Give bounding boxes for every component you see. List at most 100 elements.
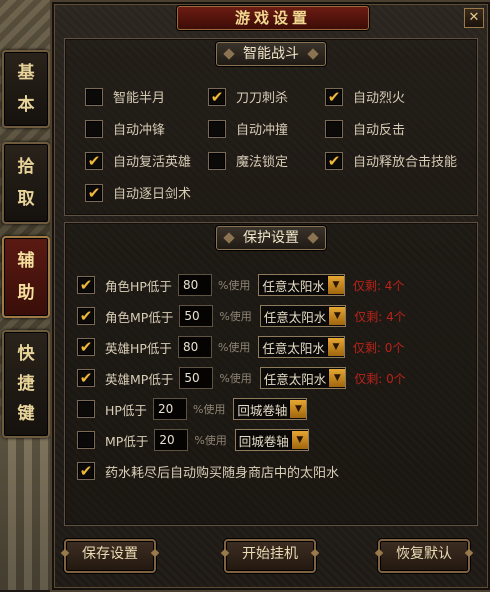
chevron-down-icon[interactable]: ▼ bbox=[326, 276, 344, 294]
option-label: 自动冲撞 bbox=[236, 123, 289, 138]
checkbox[interactable] bbox=[77, 431, 95, 449]
remaining-count: 仅剩: 4个 bbox=[352, 278, 405, 293]
checkbox[interactable]: ✔ bbox=[77, 307, 95, 325]
option-auto-sun-sword[interactable]: ✔ 自动逐日剑术 bbox=[85, 183, 191, 202]
protect-row: ✔ 角色HP低于 80 %使用 任意太阳水 ▼ 仅剩: 4个 bbox=[77, 273, 404, 297]
chevron-down-icon[interactable]: ▼ bbox=[328, 369, 346, 387]
protect-panel: 保护设置 ✔ 角色HP低于 80 %使用 任意太阳水 ▼ 仅剩: 4个 ✔ 角色M… bbox=[64, 222, 478, 526]
protect-panel-title: 保护设置 bbox=[216, 226, 326, 250]
item-select[interactable]: 任意太阳水 ▼ bbox=[258, 336, 345, 358]
combat-panel: 智能战斗 智能半月 ✔ 刀刀刺杀 ✔ 自动烈火 自动冲锋 自动冲撞 自动反击 ✔… bbox=[64, 38, 478, 216]
start-auto-button[interactable]: 开始挂机 bbox=[224, 539, 316, 573]
option-label: 自动冲锋 bbox=[113, 123, 166, 138]
close-icon[interactable]: ✕ bbox=[464, 8, 484, 28]
option-label: 自动复活英雄 bbox=[113, 155, 192, 170]
option-label: 自动反击 bbox=[353, 123, 406, 138]
option-auto-revive-hero[interactable]: ✔ 自动复活英雄 bbox=[85, 151, 191, 170]
remaining-count: 仅剩: 4个 bbox=[354, 309, 406, 324]
threshold-input[interactable]: 50 bbox=[179, 367, 214, 389]
option-auto-counter[interactable]: 自动反击 bbox=[325, 119, 405, 138]
option-label: 自动逐日剑术 bbox=[113, 187, 192, 202]
use-label: %使用 bbox=[219, 372, 252, 385]
settings-window: 游戏设置 ✕ 智能战斗 智能半月 ✔ 刀刀刺杀 ✔ 自动烈火 自动冲锋 自动冲撞… bbox=[50, 0, 490, 592]
checkbox[interactable] bbox=[85, 119, 103, 138]
checkbox[interactable]: ✔ bbox=[77, 462, 95, 480]
item-select[interactable]: 任意太阳水 ▼ bbox=[259, 367, 347, 389]
item-select[interactable]: 回城卷轴 ▼ bbox=[233, 398, 308, 420]
protect-row: ✔ 角色MP低于 50 %使用 任意太阳水 ▼ 仅剩: 4个 bbox=[77, 304, 406, 328]
item-select[interactable]: 任意太阳水 ▼ bbox=[258, 274, 345, 296]
chevron-down-icon[interactable]: ▼ bbox=[290, 431, 308, 449]
threshold-input[interactable]: 80 bbox=[177, 274, 212, 296]
tab-assist-label: 辅 助 bbox=[17, 251, 35, 303]
option-auto-blaze[interactable]: ✔ 自动烈火 bbox=[325, 87, 405, 106]
tab-pickup-label: 拾 取 bbox=[17, 157, 35, 209]
option-label: 刀刀刺杀 bbox=[236, 91, 289, 106]
use-label: %使用 bbox=[192, 403, 226, 416]
protect-row: ✔ 英雄HP低于 80 %使用 任意太阳水 ▼ 仅剩: 0个 bbox=[77, 335, 404, 359]
row-label: HP低于 bbox=[105, 402, 147, 418]
save-settings-button[interactable]: 保存设置 bbox=[64, 539, 156, 573]
option-smart-halfmoon[interactable]: 智能半月 bbox=[85, 87, 165, 106]
row-label: MP低于 bbox=[105, 433, 149, 449]
item-select-value: 任意太阳水 bbox=[262, 340, 325, 356]
item-select-value: 回城卷轴 bbox=[238, 433, 289, 449]
checkbox[interactable] bbox=[77, 400, 95, 418]
option-every-stab[interactable]: ✔ 刀刀刺杀 bbox=[208, 87, 288, 106]
tab-basic[interactable]: 基 本 bbox=[2, 50, 50, 128]
row-label: 英雄MP低于 bbox=[105, 371, 174, 387]
option-label: 智能半月 bbox=[113, 91, 166, 106]
checkbox[interactable]: ✔ bbox=[325, 87, 343, 106]
auto-buy-label: 药水耗尽后自动购买随身商店中的太阳水 bbox=[105, 465, 340, 481]
window-title: 游戏设置 bbox=[177, 6, 369, 30]
protect-row: MP低于 20 %使用 回城卷轴 ▼ bbox=[77, 428, 309, 452]
checkbox[interactable]: ✔ bbox=[208, 87, 226, 106]
threshold-input[interactable]: 20 bbox=[154, 429, 189, 451]
chevron-down-icon[interactable]: ▼ bbox=[289, 400, 307, 418]
threshold-input[interactable]: 20 bbox=[152, 398, 187, 420]
use-label: %使用 bbox=[194, 434, 227, 447]
row-label: 英雄HP低于 bbox=[105, 340, 172, 356]
checkbox[interactable]: ✔ bbox=[77, 369, 95, 387]
item-select-value: 任意太阳水 bbox=[262, 278, 325, 294]
option-auto-bash[interactable]: 自动冲撞 bbox=[208, 119, 288, 138]
checkbox[interactable]: ✔ bbox=[77, 338, 95, 356]
row-label: 角色MP低于 bbox=[105, 309, 174, 325]
use-label: %使用 bbox=[217, 341, 251, 354]
threshold-input[interactable]: 50 bbox=[179, 305, 214, 327]
item-select[interactable]: 任意太阳水 ▼ bbox=[259, 305, 347, 327]
option-auto-charge[interactable]: 自动冲锋 bbox=[85, 119, 165, 138]
checkbox[interactable]: ✔ bbox=[85, 183, 103, 202]
tab-assist[interactable]: 辅 助 bbox=[2, 236, 50, 318]
auto-buy-row[interactable]: ✔ 药水耗尽后自动购买随身商店中的太阳水 bbox=[77, 459, 339, 483]
item-select-value: 任意太阳水 bbox=[263, 309, 327, 325]
item-select-value: 回城卷轴 bbox=[237, 402, 288, 418]
checkbox[interactable]: ✔ bbox=[325, 151, 343, 170]
checkbox[interactable]: ✔ bbox=[77, 276, 95, 294]
checkbox[interactable] bbox=[85, 87, 103, 106]
option-magic-lock[interactable]: 魔法锁定 bbox=[208, 151, 288, 170]
checkbox[interactable] bbox=[208, 119, 226, 138]
item-select[interactable]: 回城卷轴 ▼ bbox=[234, 429, 309, 451]
tab-hotkeys[interactable]: 快 捷 键 bbox=[2, 330, 50, 438]
tab-hotkeys-label: 快 捷 键 bbox=[17, 344, 35, 424]
remaining-count: 仅剩: 0个 bbox=[354, 371, 406, 386]
checkbox[interactable] bbox=[325, 119, 343, 138]
use-label: %使用 bbox=[217, 279, 251, 292]
combat-panel-title: 智能战斗 bbox=[216, 42, 326, 66]
option-label: 自动释放合击技能 bbox=[353, 155, 458, 170]
protect-row: HP低于 20 %使用 回城卷轴 ▼ bbox=[77, 397, 308, 421]
row-label: 角色HP低于 bbox=[105, 278, 172, 294]
option-label: 魔法锁定 bbox=[236, 155, 289, 170]
remaining-count: 仅剩: 0个 bbox=[352, 340, 405, 355]
checkbox[interactable] bbox=[208, 151, 226, 170]
chevron-down-icon[interactable]: ▼ bbox=[328, 307, 346, 325]
chevron-down-icon[interactable]: ▼ bbox=[326, 338, 344, 356]
tab-pickup[interactable]: 拾 取 bbox=[2, 142, 50, 224]
protect-row: ✔ 英雄MP低于 50 %使用 任意太阳水 ▼ 仅剩: 0个 bbox=[77, 366, 406, 390]
option-auto-combo-skill[interactable]: ✔ 自动释放合击技能 bbox=[325, 151, 457, 170]
threshold-input[interactable]: 80 bbox=[177, 336, 212, 358]
item-select-value: 任意太阳水 bbox=[263, 371, 327, 387]
restore-defaults-button[interactable]: 恢复默认 bbox=[378, 539, 470, 573]
checkbox[interactable]: ✔ bbox=[85, 151, 103, 170]
